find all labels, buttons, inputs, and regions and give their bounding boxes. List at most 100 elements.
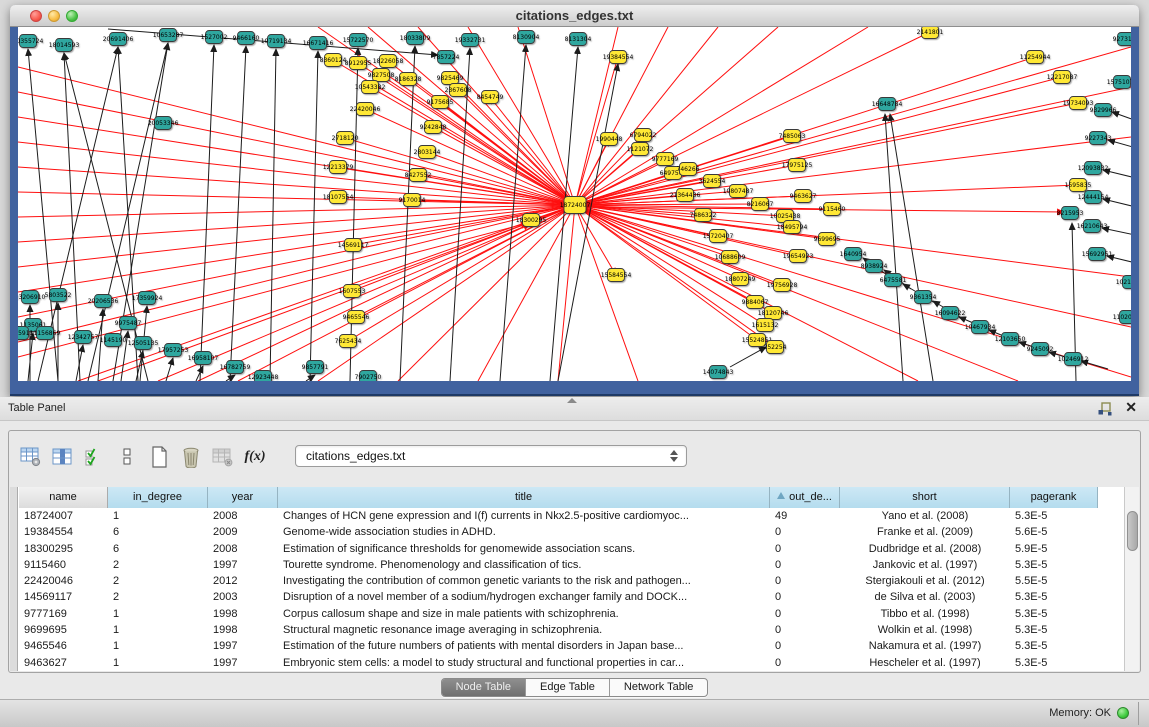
cell-in_degree[interactable]: 1 (108, 508, 208, 524)
cell-title[interactable]: Genome-wide association studies in ADHD. (278, 524, 770, 540)
column-header-title[interactable]: title (278, 487, 770, 508)
cell-year[interactable]: 2012 (208, 573, 278, 589)
table-row[interactable]: 1830029562008Estimation of significance … (19, 541, 1124, 557)
cell-out_degree[interactable]: 0 (770, 524, 840, 540)
graph-edge[interactable] (398, 205, 575, 381)
cell-short[interactable]: Franke et al. (2009) (840, 524, 1010, 540)
cell-short[interactable]: Stergiakouli et al. (2012) (840, 573, 1010, 589)
graph-edge[interactable] (440, 102, 575, 205)
float-panel-icon[interactable] (1097, 401, 1113, 417)
cell-out_degree[interactable]: 0 (770, 589, 840, 605)
graph-edge[interactable] (18, 67, 575, 205)
cell-pagerank[interactable]: 5.3E-5 (1010, 638, 1098, 654)
cell-name[interactable]: 18300295 (19, 541, 108, 557)
cell-name[interactable]: 19384554 (19, 524, 108, 540)
cell-year[interactable]: 1998 (208, 622, 278, 638)
cell-title[interactable]: Disruption of a novel member of a sodium… (278, 589, 770, 605)
cell-short[interactable]: Yano et al. (2008) (840, 508, 1010, 524)
cell-out_degree[interactable]: 0 (770, 638, 840, 654)
show-column-icon[interactable] (49, 444, 77, 470)
table-scrollbar-thumb[interactable] (1127, 511, 1138, 551)
tab-edge-table[interactable]: Edge Table (525, 679, 609, 696)
cell-pagerank[interactable]: 5.3E-5 (1010, 589, 1098, 605)
graph-edge[interactable] (18, 142, 575, 205)
cell-out_degree[interactable]: 0 (770, 541, 840, 557)
graph-edge[interactable] (575, 205, 918, 381)
table-row[interactable]: 1872400712008Changes of HCN gene express… (19, 508, 1124, 524)
cell-name[interactable]: 18724007 (19, 508, 108, 524)
cell-year[interactable]: 2008 (208, 508, 278, 524)
cell-title[interactable]: Investigating the contribution of common… (278, 573, 770, 589)
function-builder-icon[interactable]: f(x) (241, 444, 269, 470)
graph-edge[interactable] (158, 205, 575, 381)
graph-edge[interactable] (450, 48, 470, 381)
column-header-out_degree[interactable]: out_de... (770, 487, 840, 508)
cell-pagerank[interactable]: 5.3E-5 (1010, 622, 1098, 638)
cell-in_degree[interactable]: 2 (108, 573, 208, 589)
graph-edge[interactable] (730, 347, 766, 367)
cell-pagerank[interactable]: 5.6E-5 (1010, 524, 1098, 540)
cell-in_degree[interactable]: 1 (108, 622, 208, 638)
cell-in_degree[interactable]: 1 (108, 638, 208, 654)
cell-out_degree[interactable]: 49 (770, 508, 840, 524)
cell-short[interactable]: de Silva et al. (2003) (840, 589, 1010, 605)
cell-name[interactable]: 9463627 (19, 655, 108, 671)
cell-title[interactable]: Structural magnetic resonance image aver… (278, 622, 770, 638)
table-row[interactable]: 977716911998Corpus callosum shape and si… (19, 606, 1124, 622)
cell-name[interactable]: 14569117 (19, 589, 108, 605)
cell-title[interactable]: Changes of HCN gene expression and I(f) … (278, 508, 770, 524)
cell-out_degree[interactable]: 0 (770, 622, 840, 638)
table-options-icon[interactable] (17, 444, 45, 470)
graph-edge[interactable] (310, 51, 318, 381)
table-row[interactable]: 1938455462009Genome-wide association stu… (19, 524, 1124, 540)
cell-pagerank[interactable]: 5.3E-5 (1010, 557, 1098, 573)
cell-in_degree[interactable]: 6 (108, 524, 208, 540)
cell-name[interactable]: 9777169 (19, 606, 108, 622)
graph-edge[interactable] (575, 205, 765, 325)
graph-edge[interactable] (575, 47, 1131, 205)
cell-pagerank[interactable]: 5.3E-5 (1010, 655, 1098, 671)
table-row[interactable]: 2242004622012Investigating the contribut… (19, 573, 1124, 589)
column-header-pagerank[interactable]: pagerank (1010, 487, 1098, 508)
graph-edge[interactable] (88, 43, 168, 381)
cell-short[interactable]: Dudbridge et al. (2008) (840, 541, 1010, 557)
graph-edge[interactable] (365, 109, 575, 205)
cell-in_degree[interactable]: 1 (108, 606, 208, 622)
table-row[interactable]: 1456911722003Disruption of a novel membe… (19, 589, 1124, 605)
graph-edge[interactable] (368, 27, 575, 205)
table-row[interactable]: 969969511998Structural magnetic resonanc… (19, 622, 1124, 638)
cell-name[interactable]: 22420046 (19, 573, 108, 589)
graph-edge[interactable] (166, 358, 173, 381)
cell-in_degree[interactable]: 2 (108, 589, 208, 605)
column-header-short[interactable]: short (840, 487, 1010, 508)
tab-node-table[interactable]: Node Table (442, 679, 525, 696)
cell-in_degree[interactable]: 6 (108, 541, 208, 557)
table-select-dropdown[interactable]: citations_edges.txt (295, 445, 687, 467)
graph-edge[interactable] (575, 87, 1131, 205)
window-titlebar[interactable]: citations_edges.txt (10, 5, 1139, 27)
network-canvas[interactable]: 2035572418014593206914061065328715270029… (18, 27, 1131, 381)
new-table-icon[interactable] (145, 444, 173, 470)
table-row[interactable]: 911546021997Tourette syndrome. Phenomeno… (19, 557, 1124, 573)
cell-year[interactable]: 2008 (208, 541, 278, 557)
tab-network-table[interactable]: Network Table (609, 679, 708, 696)
close-panel-icon[interactable]: ✕ (1125, 399, 1137, 416)
cell-year[interactable]: 1997 (208, 655, 278, 671)
cell-year[interactable]: 1998 (208, 606, 278, 622)
cell-out_degree[interactable]: 0 (770, 655, 840, 671)
graph-edge[interactable] (350, 48, 358, 381)
cell-name[interactable]: 9115460 (19, 557, 108, 573)
table-row[interactable]: 946554611997Estimation of the future num… (19, 638, 1124, 654)
cell-title[interactable]: Estimation of significance thresholds fo… (278, 541, 770, 557)
cell-year[interactable]: 1997 (208, 557, 278, 573)
cell-title[interactable]: Estimation of the future numbers of pati… (278, 638, 770, 654)
graph-edge[interactable] (575, 137, 1131, 205)
graph-edge[interactable] (230, 46, 246, 381)
panel-resize-grip[interactable] (567, 398, 577, 403)
table-row[interactable]: 946362711997Embryonic stem cells: a mode… (19, 655, 1124, 671)
cell-pagerank[interactable]: 5.3E-5 (1010, 606, 1098, 622)
graph-edge[interactable] (1108, 140, 1131, 149)
graph-edge[interactable] (575, 205, 638, 381)
row-select-icon[interactable] (81, 444, 109, 470)
cell-name[interactable]: 9699695 (19, 622, 108, 638)
